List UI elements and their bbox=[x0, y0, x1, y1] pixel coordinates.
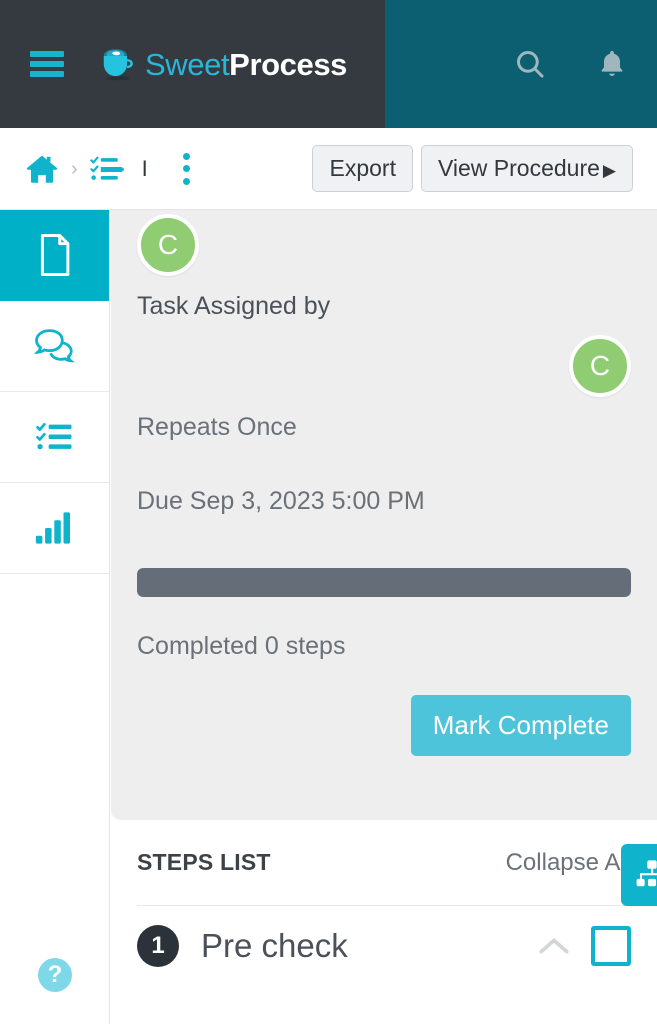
step-checkbox[interactable] bbox=[591, 926, 631, 966]
avatar-assigner-initial: C bbox=[157, 229, 179, 260]
toolbar-actions: Export View Procedure ▶ bbox=[312, 145, 657, 192]
step-row[interactable]: 1 Pre check bbox=[137, 906, 631, 986]
avatar-assigner[interactable]: C bbox=[137, 214, 199, 276]
task-summary-card: C Task Assigned by C Repeats Once Due Se… bbox=[111, 210, 657, 820]
task-progress-fill bbox=[137, 568, 631, 597]
avatar-assignee[interactable]: C bbox=[569, 335, 631, 397]
mark-complete-button[interactable]: Mark Complete bbox=[410, 695, 631, 756]
top-header-bar: SweetProcess bbox=[0, 0, 657, 128]
task-assigned-by-label: Task Assigned by bbox=[137, 292, 331, 320]
procedure-checklist-icon[interactable] bbox=[89, 155, 124, 183]
task-repeat-label: Repeats Once bbox=[137, 413, 297, 441]
comments-icon bbox=[33, 329, 75, 363]
task-due-label: Due Sep 3, 2023 5:00 PM bbox=[137, 487, 425, 515]
sidebar-item-tasks[interactable] bbox=[0, 392, 109, 483]
step-title: Pre check bbox=[201, 927, 348, 964]
brand-logo[interactable]: SweetProcess bbox=[98, 47, 347, 81]
task-completed-label: Completed 0 steps bbox=[137, 632, 346, 660]
caret-right-icon: ▶ bbox=[602, 161, 616, 181]
help-label: ? bbox=[47, 961, 63, 988]
brand-process-text: Process bbox=[229, 46, 348, 82]
step-number-badge: 1 bbox=[137, 925, 179, 967]
sitemap-button[interactable] bbox=[621, 844, 657, 906]
brand-wordmark: SweetProcess bbox=[145, 49, 347, 80]
breadcrumb-separator: › bbox=[71, 157, 78, 180]
top-header-actions bbox=[513, 0, 629, 128]
breadcrumb-toolbar: › I Export View Procedure ▶ bbox=[0, 128, 657, 210]
search-icon[interactable] bbox=[513, 47, 547, 81]
coffee-cup-logo-icon bbox=[103, 49, 133, 81]
help-question-icon[interactable]: ? bbox=[38, 958, 72, 992]
collapse-all-link[interactable]: Collapse All bbox=[506, 849, 631, 877]
steps-section: STEPS LIST Collapse All 1 Pre check bbox=[111, 820, 657, 986]
chevron-up-icon[interactable] bbox=[537, 934, 571, 958]
more-vertical-icon[interactable] bbox=[176, 152, 198, 185]
home-icon[interactable] bbox=[25, 152, 59, 186]
checklist-icon bbox=[35, 423, 71, 450]
steps-header: STEPS LIST Collapse All bbox=[137, 820, 631, 906]
view-procedure-button-label: View Procedure bbox=[437, 155, 600, 182]
sitemap-icon bbox=[636, 860, 657, 887]
steps-list-title: STEPS LIST bbox=[137, 849, 271, 875]
sidebar-item-document[interactable] bbox=[0, 210, 109, 301]
main-content: C Task Assigned by C Repeats Once Due Se… bbox=[111, 210, 657, 1024]
breadcrumb: › I bbox=[25, 152, 198, 186]
brand-sweet-text: Sweet bbox=[145, 46, 230, 82]
left-icon-rail: ? bbox=[0, 210, 110, 1024]
task-progress-bar bbox=[137, 568, 631, 597]
help-button-wrapper: ? bbox=[0, 958, 110, 992]
top-header-left-section: SweetProcess bbox=[0, 0, 385, 128]
export-button[interactable]: Export bbox=[312, 145, 413, 192]
bar-chart-icon bbox=[35, 512, 70, 544]
sidebar-item-reports[interactable] bbox=[0, 483, 109, 574]
export-button-label: Export bbox=[329, 155, 396, 182]
sidebar-item-comments[interactable] bbox=[0, 301, 109, 392]
document-icon bbox=[40, 234, 69, 276]
breadcrumb-title[interactable]: I bbox=[142, 156, 148, 182]
avatar-assignee-initial: C bbox=[589, 350, 611, 381]
hamburger-icon[interactable] bbox=[30, 51, 64, 77]
app-root: SweetProcess › I Export View Procedure ▶… bbox=[0, 0, 657, 1024]
mark-complete-label: Mark Complete bbox=[432, 710, 609, 740]
view-procedure-button[interactable]: View Procedure ▶ bbox=[420, 145, 633, 192]
bell-icon[interactable] bbox=[595, 47, 629, 81]
